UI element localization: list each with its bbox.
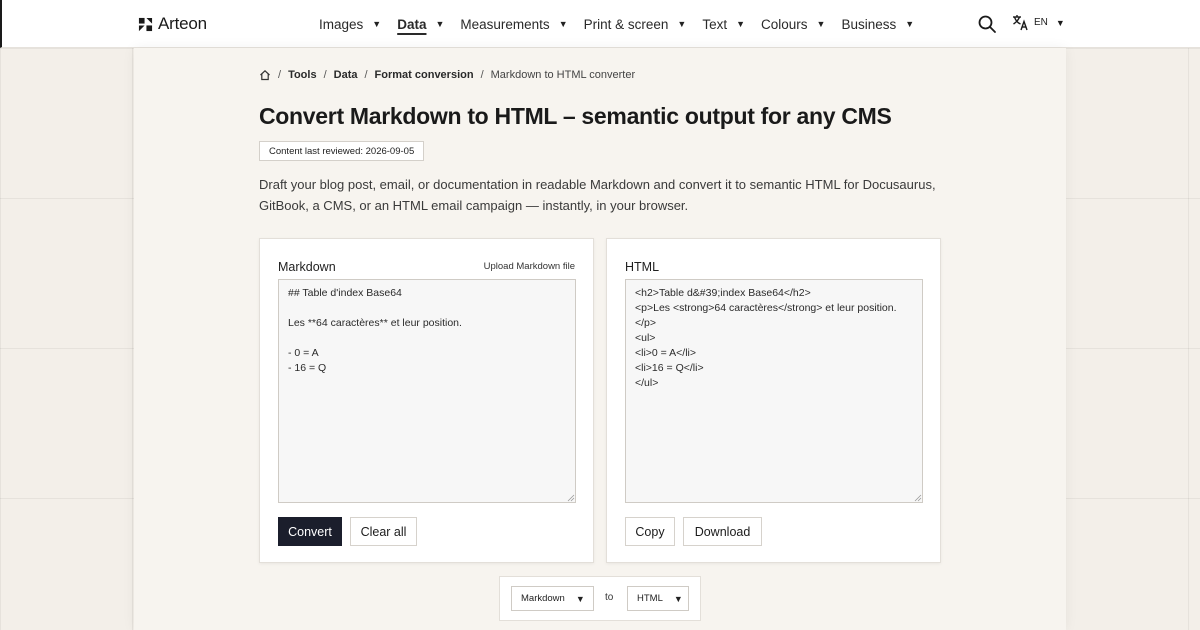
nav-label: Colours <box>761 16 808 32</box>
caret-down-icon: ▼ <box>816 19 826 29</box>
caret-down-icon: ▼ <box>558 19 568 29</box>
breadcrumb-separator: / <box>278 69 282 81</box>
caret-down-icon: ▼ <box>905 19 915 29</box>
logo-icon <box>138 17 153 31</box>
html-panel: HTML <h2>Table d&#39;index Base64</h2> <… <box>606 238 941 563</box>
nav-item-images[interactable]: Images ▼ <box>319 17 381 32</box>
breadcrumb-data[interactable]: Data <box>334 69 358 81</box>
download-button[interactable]: Download <box>683 517 762 546</box>
nav-item-data[interactable]: Data ▼ <box>397 17 444 32</box>
breadcrumb-separator: / <box>323 69 327 81</box>
nav-item-business[interactable]: Business ▼ <box>841 17 914 32</box>
clear-all-button[interactable]: Clear all <box>350 517 417 546</box>
caret-down-icon: ▼ <box>435 19 445 29</box>
resize-grip-icon[interactable] <box>567 494 575 502</box>
breadcrumb-current: Markdown to HTML converter <box>490 69 636 81</box>
nav-item-measurements[interactable]: Measurements ▼ <box>460 17 567 32</box>
upload-markdown-link[interactable]: Upload Markdown file <box>484 261 575 272</box>
markdown-label: Markdown <box>278 260 336 274</box>
from-format-value: Markdown <box>521 593 565 604</box>
html-label: HTML <box>625 260 660 274</box>
language-code: EN <box>1034 17 1048 28</box>
nav-label: Images <box>319 16 364 32</box>
home-icon[interactable] <box>259 69 271 81</box>
breadcrumb-format-conversion[interactable]: Format conversion <box>375 69 474 81</box>
caret-down-icon: ▼ <box>677 19 687 29</box>
caret-down-icon: ▼ <box>372 19 382 29</box>
main-nav: Images ▼ Data ▼ Measurements ▼ Print & s… <box>319 0 930 48</box>
breadcrumb-separator: / <box>364 69 368 81</box>
breadcrumb-tools[interactable]: Tools <box>288 69 317 81</box>
nav-label: Text <box>702 16 728 32</box>
nav-label: Print & screen <box>583 16 669 32</box>
breadcrumb-separator: / <box>480 69 484 81</box>
resize-grip-icon[interactable] <box>914 494 922 502</box>
markdown-input[interactable]: ## Table d'index Base64 Les **64 caractè… <box>278 279 576 503</box>
brand-logo[interactable]: Arteon <box>138 13 207 35</box>
brand-name: Arteon <box>158 14 207 33</box>
translate-icon <box>1013 15 1028 31</box>
from-format-select[interactable]: Markdown ▼ <box>511 586 594 611</box>
nav-label: Data <box>397 16 427 32</box>
format-selector-bar: Markdown ▼ to HTML ▼ <box>499 576 701 621</box>
intro-text: Draft your blog post, email, or document… <box>259 177 936 213</box>
language-selector[interactable]: EN ▼ <box>1012 14 1065 31</box>
top-navbar: Arteon Images ▼ Data ▼ Measurements ▼ Pr… <box>0 0 1200 48</box>
chevron-down-icon: ▼ <box>1055 17 1065 28</box>
caret-down-icon: ▼ <box>673 593 683 604</box>
nav-item-colours[interactable]: Colours ▼ <box>761 17 825 32</box>
nav-item-text[interactable]: Text ▼ <box>702 17 745 32</box>
convert-button[interactable]: Convert <box>278 517 342 546</box>
copy-button[interactable]: Copy <box>625 517 675 546</box>
search-icon[interactable] <box>977 14 997 34</box>
nav-label: Measurements <box>460 16 550 32</box>
breadcrumb: / Tools / Data / Format conversion / Mar… <box>259 69 635 81</box>
html-output[interactable]: <h2>Table d&#39;index Base64</h2> <p>Les… <box>625 279 923 503</box>
to-format-select[interactable]: HTML ▼ <box>627 586 689 611</box>
caret-down-icon: ▼ <box>736 19 746 29</box>
markdown-panel: Markdown Upload Markdown file ## Table d… <box>259 238 594 563</box>
caret-down-icon: ▼ <box>575 593 585 604</box>
to-format-value: HTML <box>637 593 663 604</box>
page-title: Convert Markdown to HTML – semantic outp… <box>259 103 892 129</box>
nav-label: Business <box>841 16 897 32</box>
reviewed-badge: Content last reviewed: 2026-09-05 <box>259 141 425 161</box>
nav-item-print-screen[interactable]: Print & screen ▼ <box>584 17 687 32</box>
to-label: to <box>605 592 614 603</box>
